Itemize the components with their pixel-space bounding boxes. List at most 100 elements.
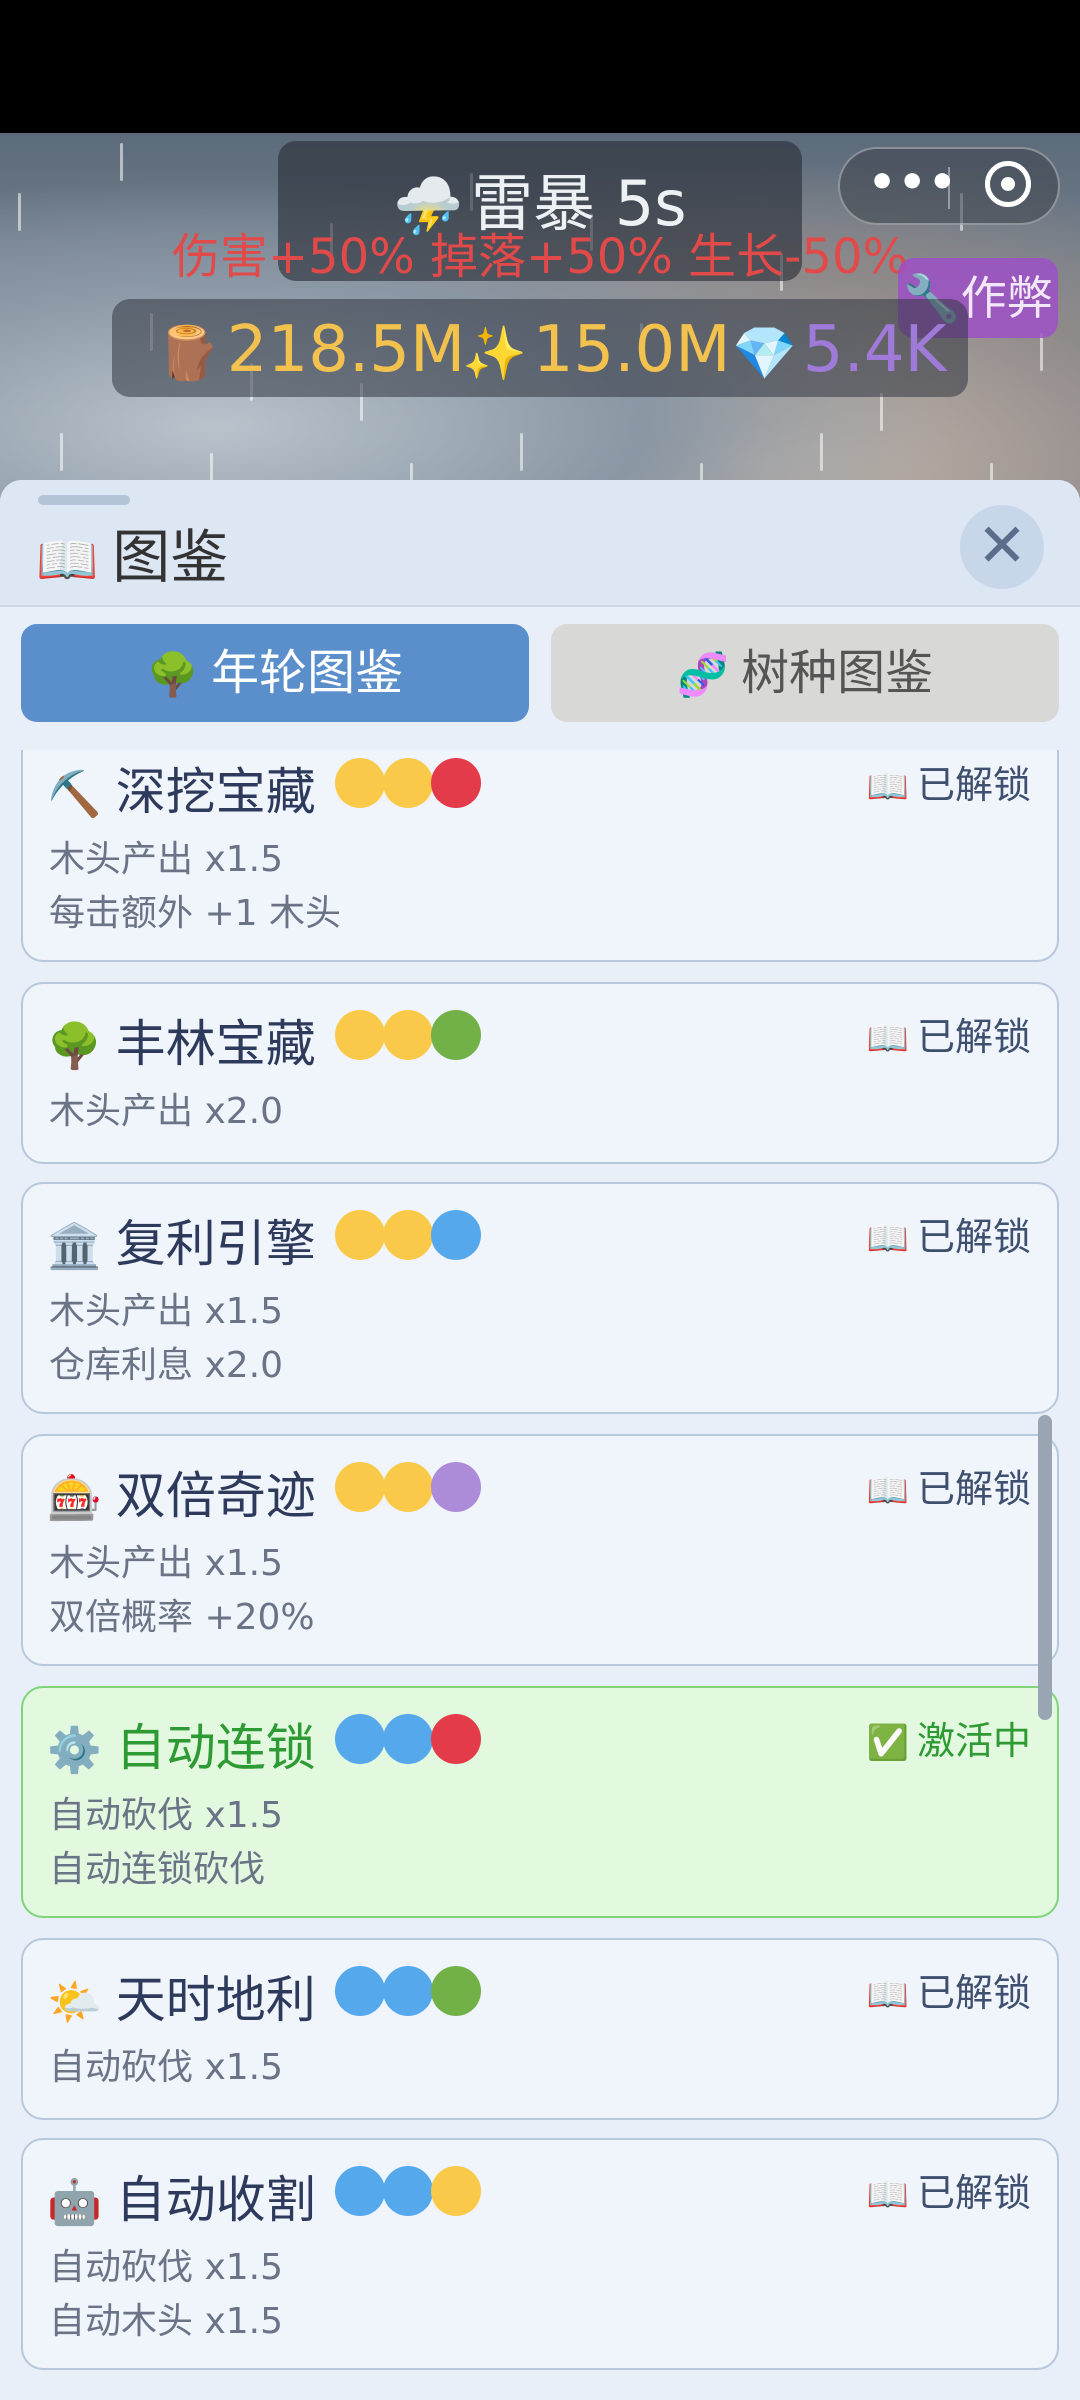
yellow-ring-ball	[335, 1210, 385, 1260]
combo-name: 深挖宝藏	[115, 763, 316, 821]
blue-ring-ball	[335, 1714, 385, 1764]
capsule-divider	[948, 167, 950, 209]
combo-effect: 自动连锁砍伐	[49, 1849, 266, 1890]
rain-streak	[60, 433, 63, 471]
combo-effect: 自动砍伐 x1.5	[49, 2247, 284, 2288]
close-icon: ✕	[976, 511, 1028, 581]
blue-ring-ball	[383, 1714, 433, 1764]
rain-streak	[1040, 333, 1043, 371]
book-icon: 📖	[866, 1219, 909, 1259]
blue-ring-ball	[383, 1966, 433, 2016]
status-bar	[0, 0, 1080, 133]
combo-card[interactable]: 🌳 丰林宝藏 📖 已解锁木头产出 x2.0	[21, 982, 1059, 1164]
slot-machine-icon: 🎰	[47, 1473, 102, 1524]
combo-title: 🎰 双倍奇迹	[47, 1456, 316, 1528]
purple-ring-ball	[431, 1462, 481, 1512]
robot-icon: 🤖	[47, 2177, 102, 2228]
combo-effect: 自动砍伐 x1.5	[49, 1795, 284, 1836]
status-badge: 📖 已解锁	[866, 1467, 1031, 1511]
drag-handle[interactable]	[38, 495, 130, 505]
combo-effect: 木头产出 x1.5	[49, 839, 284, 880]
yellow-ring-ball	[335, 758, 385, 808]
combo-name: 天时地利	[115, 1971, 316, 2029]
yellow-ring-ball	[383, 1010, 433, 1060]
combo-card[interactable]: 🌤️ 天时地利 📖 已解锁自动砍伐 x1.5	[21, 1938, 1059, 2120]
green-ring-ball	[431, 1966, 481, 2016]
book-icon: 📖	[866, 1019, 909, 1059]
combo-name: 丰林宝藏	[115, 1015, 316, 1073]
combo-card[interactable]: 🎰 双倍奇迹 📖 已解锁木头产出 x1.5 双倍概率 +20%	[21, 1434, 1059, 1666]
resource-bar: 🪵218.5M ✨15.0M 💎5.4K	[112, 299, 968, 397]
combo-effect: 每击额外 +1 木头	[49, 893, 341, 934]
status-badge: 📖 已解锁	[866, 1971, 1031, 2015]
combo-card[interactable]: ⛏️ 深挖宝藏 📖 已解锁木头产出 x1.5 每击额外 +1 木头	[21, 750, 1059, 962]
status-badge: 📖 已解锁	[866, 1015, 1031, 1059]
combo-card[interactable]: 🏛️ 复利引擎 📖 已解锁 木头产出 x1.5 仓库利息 x2.0	[21, 1182, 1059, 1414]
combo-title: 🌳 丰林宝藏	[47, 1004, 316, 1076]
yellow-ring-ball	[335, 1462, 385, 1512]
combo-effect: 自动砍伐 x1.5	[49, 2047, 284, 2088]
blue-ring-ball	[383, 2166, 433, 2216]
combo-list[interactable]: ⛏️ 深挖宝藏 📖 已解锁 木头产出 x1.5 每击额外 +1 木头 🌳 丰林宝藏 📖 已解锁 木头…	[0, 750, 1080, 2400]
rain-streak	[880, 393, 883, 431]
yellow-ring-ball	[383, 1210, 433, 1260]
codex-panel: 📖 图鉴 ✕ 🌳 年轮图鉴 🧬 树种图鉴 ⛏️ 深挖宝藏 📖 已解锁 木头产出 x1.5 每击额…	[0, 480, 1080, 2400]
yellow-ring-ball	[431, 2166, 481, 2216]
red-ring-ball	[431, 758, 481, 808]
pickaxe-icon: ⛏️	[47, 769, 102, 820]
yellow-ring-ball	[383, 758, 433, 808]
close-button[interactable]: ✕	[960, 505, 1044, 589]
combo-name: 复利引擎	[115, 1215, 316, 1273]
sun-cloud-icon: 🌤️	[47, 1977, 102, 2028]
combo-effect: 自动木头 x1.5	[49, 2301, 284, 2342]
check-box-icon: ✅	[866, 1723, 909, 1763]
rain-streak	[120, 143, 123, 181]
combo-effect: 双倍概率 +20%	[49, 1597, 315, 1638]
tab-seed-codex[interactable]: 🧬 树种图鉴	[551, 624, 1059, 722]
combo-title: ⛏️ 深挖宝藏	[47, 752, 316, 824]
book-icon: 📖	[866, 2175, 909, 2215]
sparkle-icon: ✨	[462, 324, 527, 384]
yellow-ring-ball	[383, 1462, 433, 1512]
page-title: 📖 图鉴	[36, 523, 229, 591]
combo-name: 自动连锁	[115, 1719, 316, 1777]
combo-title: 🤖 自动收割	[47, 2160, 316, 2232]
combo-effect: 木头产出 x2.0	[49, 1091, 284, 1132]
tree-icon: 🌳	[146, 650, 200, 699]
scrollbar[interactable]	[1038, 1415, 1052, 1720]
status-badge: 📖 已解锁	[866, 763, 1031, 807]
green-ring-ball	[431, 1010, 481, 1060]
rain-streak	[18, 193, 21, 231]
tab-ring-codex[interactable]: 🌳 年轮图鉴	[21, 624, 529, 722]
dna-icon: 🧬	[676, 650, 730, 699]
combo-title: 🏛️ 复利引擎	[47, 1204, 316, 1276]
tree-icon: 🌳	[47, 1021, 102, 1072]
rain-streak	[520, 433, 523, 471]
blue-ring-ball	[335, 1966, 385, 2016]
combo-card[interactable]: ⚙️ 自动连锁 ✅ 激活中自动砍伐 x1.5 自动连锁砍伐	[21, 1686, 1059, 1918]
book-icon: 📖	[866, 767, 909, 807]
status-badge: 📖 已解锁	[866, 2171, 1031, 2215]
game-scene: ⛈️ 雷暴 5s 伤害+50% 掉落+50% 生长-50% ••• 🔧作弊 🪵21…	[0, 133, 1080, 500]
blue-ring-ball	[335, 2166, 385, 2216]
more-icon[interactable]: •••	[868, 157, 958, 208]
combo-effect: 木头产出 x1.5	[49, 1291, 284, 1332]
weather-effect-text: 伤害+50% 掉落+50% 生长-50%	[171, 229, 909, 285]
combo-title: ⚙️ 自动连锁	[47, 1708, 316, 1780]
gear-icon: ⚙️	[47, 1725, 102, 1776]
close-mini-program-icon[interactable]	[985, 161, 1031, 207]
gem-icon: 💎	[732, 324, 797, 384]
status-badge: 📖 已解锁	[866, 1215, 1031, 1259]
combo-card[interactable]: 🤖 自动收割 📖 已解锁自动砍伐 x1.5 自动木头 x1.5	[21, 2138, 1059, 2370]
combo-title: 🌤️ 天时地利	[47, 1960, 316, 2032]
combo-name: 自动收割	[115, 2171, 316, 2229]
status-badge: ✅ 激活中	[866, 1719, 1031, 1763]
yellow-ring-ball	[335, 1010, 385, 1060]
combo-effect: 木头产出 x1.5	[49, 1543, 284, 1584]
sparkle-counter: ✨15.0M	[462, 313, 731, 387]
gem-counter: 💎5.4K	[732, 313, 947, 387]
mini-program-capsule: •••	[838, 147, 1060, 225]
bank-icon: 🏛️	[47, 1221, 102, 1272]
panel-header: 📖 图鉴 ✕	[0, 480, 1080, 607]
book-icon: 📖	[36, 531, 99, 589]
